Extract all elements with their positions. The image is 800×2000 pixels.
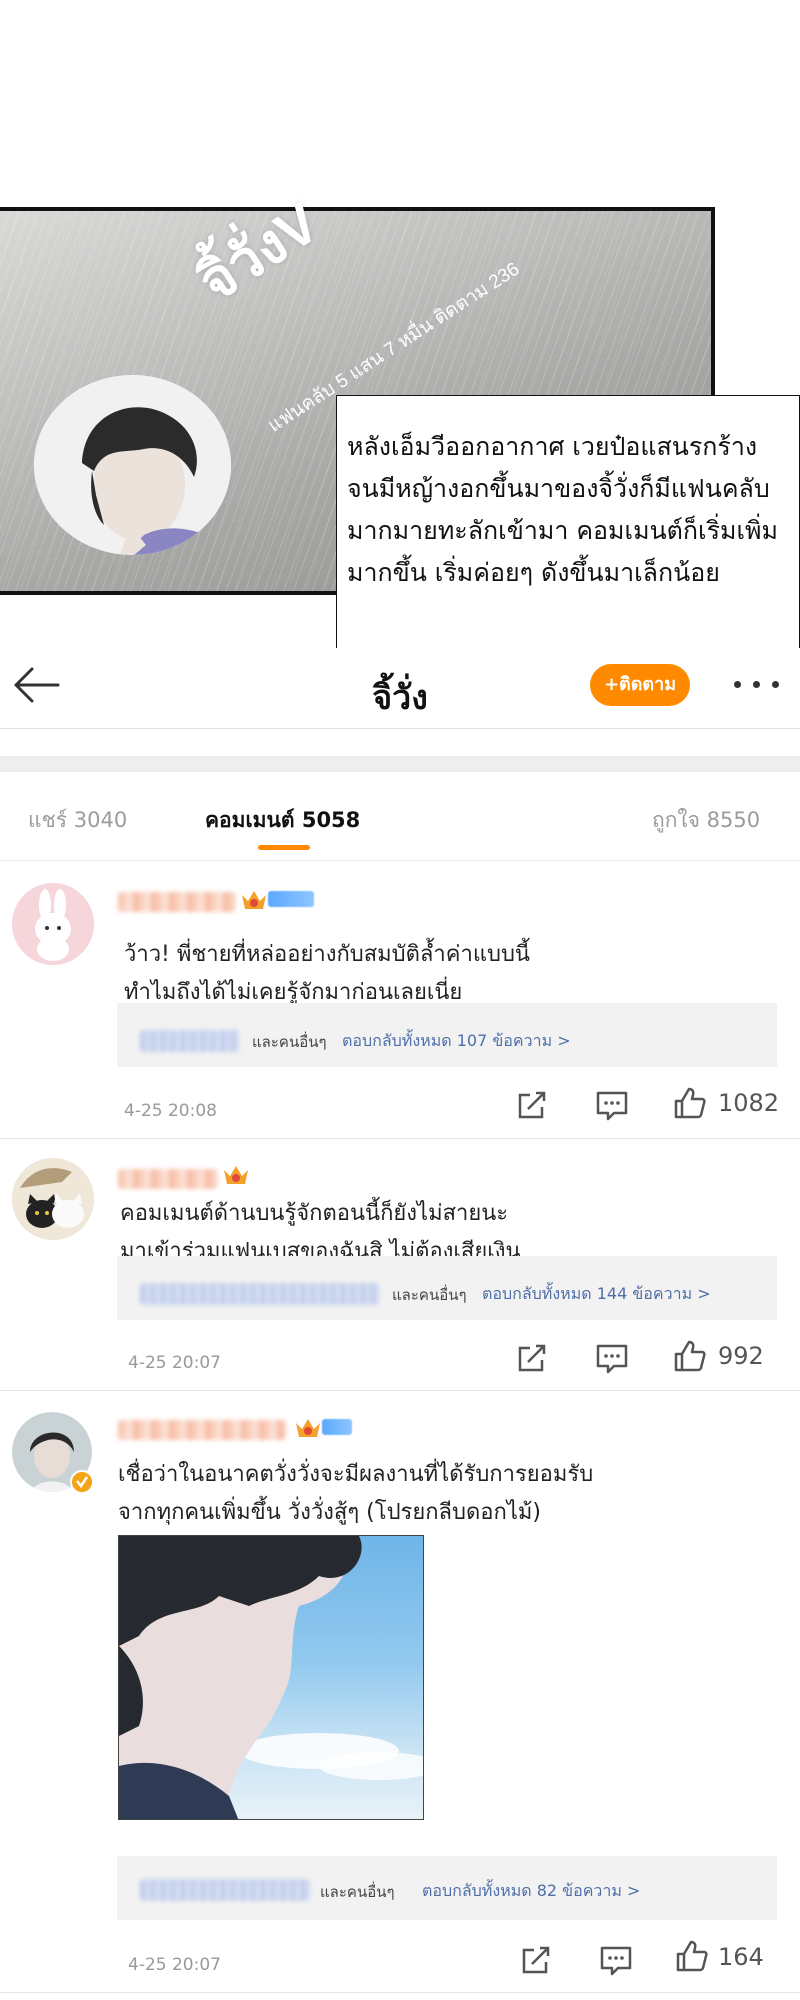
view-replies-link[interactable]: ตอบกลับทั้งหมด 144 ข้อความ >	[482, 1282, 711, 1307]
badge-bar	[268, 891, 314, 907]
like-count: 1082	[718, 1089, 780, 1117]
and-others-label: และคนอื่นๆ	[252, 1033, 327, 1051]
divider	[0, 1390, 800, 1391]
follow-button[interactable]: +ติดตาม	[590, 664, 690, 706]
share-icon	[518, 1091, 546, 1119]
more-dots-icon	[772, 681, 779, 688]
caption-line: มากขึ้น เริ่มค่อยๆ ดังขึ้นมาเล็กน้อย	[347, 558, 720, 587]
and-others-label: และคนอื่นๆ	[320, 1883, 395, 1901]
divider	[0, 1992, 800, 1993]
view-replies-link[interactable]: ตอบกลับทั้งหมด 82 ข้อความ >	[422, 1879, 640, 1904]
more-button[interactable]	[732, 672, 782, 696]
avatar[interactable]	[12, 1412, 94, 1494]
section-gap	[0, 756, 800, 772]
share-button[interactable]	[518, 1942, 554, 1978]
comment-line: คอมเมนต์ด้านบนรู้จักตอนนี้ก็ยังไม่สายนะ	[120, 1201, 509, 1226]
comment-line: จากทุกคนเพิ่มขึ้น วั่งวั่งสู้ๆ (โปรยกลีบ…	[118, 1500, 541, 1525]
replier-names-blurred	[140, 1283, 380, 1305]
like-count: 164	[718, 1943, 764, 1971]
comment-line: ว้าว! พี่ชายที่หล่ออย่างกับสมบัติล้ำค่าแ…	[124, 942, 530, 967]
divider	[0, 860, 800, 861]
verified-icon	[70, 1470, 94, 1494]
reply-button[interactable]	[594, 1087, 630, 1123]
like-count: 992	[718, 1342, 764, 1370]
thumbs-up-icon	[674, 1340, 706, 1372]
tab-share[interactable]: แชร์ 3040	[28, 804, 127, 837]
crown-icon	[224, 1166, 248, 1184]
share-button[interactable]	[514, 1340, 550, 1376]
username-blurred[interactable]	[118, 1169, 218, 1189]
replier-names-blurred	[140, 1879, 310, 1901]
like-button[interactable]	[672, 1085, 708, 1121]
caption-line: หลังเอ็มวีออกอากาศ เวยป๋อแสนรกร้าง	[347, 432, 758, 461]
comment-icon	[600, 1946, 632, 1976]
crown-icon	[296, 1419, 320, 1437]
more-dots-icon	[734, 681, 741, 688]
and-others-label: และคนอื่นๆ	[392, 1286, 467, 1304]
avatar[interactable]	[12, 1158, 94, 1240]
comment-image[interactable]	[118, 1535, 424, 1820]
reply-button[interactable]	[598, 1942, 634, 1978]
divider	[0, 728, 800, 729]
thumbs-up-icon	[674, 1087, 706, 1119]
comment-text: ว้าว! พี่ชายที่หล่ออย่างกับสมบัติล้ำค่าแ…	[124, 936, 530, 1012]
divider	[0, 1138, 800, 1139]
fan-badge	[240, 888, 314, 910]
username-blurred[interactable]	[118, 892, 236, 912]
badge-bar	[322, 1419, 352, 1435]
comment-icon	[596, 1091, 628, 1121]
tab-comment[interactable]: คอมเมนต์ 5058	[205, 804, 360, 837]
reply-button[interactable]	[594, 1340, 630, 1376]
thumbs-up-icon	[676, 1940, 708, 1972]
share-button[interactable]	[514, 1087, 550, 1123]
caption-line: จนมีหญ้างอกขึ้นมาของจิ้วั่งก็มีแฟนคลับ	[347, 474, 770, 503]
tab-active-indicator	[258, 845, 310, 850]
timestamp: 4-25 20:07	[128, 1955, 221, 1975]
fan-badge	[294, 1416, 352, 1438]
caption-box: หลังเอ็มวีออกอากาศ เวยป๋อแสนรกร้าง จนมีห…	[336, 395, 800, 651]
like-button[interactable]	[672, 1338, 708, 1374]
timestamp: 4-25 20:07	[128, 1353, 221, 1373]
tab-like[interactable]: ถูกใจ 8550	[652, 804, 760, 837]
username-blurred[interactable]	[118, 1420, 286, 1440]
view-replies-link[interactable]: ตอบกลับทั้งหมด 107 ข้อความ >	[342, 1029, 571, 1054]
panel-avatar	[34, 375, 231, 555]
share-icon	[518, 1344, 546, 1372]
timestamp: 4-25 20:08	[124, 1101, 217, 1121]
more-dots-icon	[753, 681, 760, 688]
replier-names-blurred	[140, 1030, 240, 1052]
crown-icon	[242, 891, 266, 909]
like-button[interactable]	[674, 1938, 710, 1974]
fan-badge	[222, 1163, 250, 1185]
comment-icon	[596, 1344, 628, 1374]
comment-text: เชื่อว่าในอนาคตวั่งวั่งจะมีผลงานที่ได้รั…	[118, 1456, 593, 1532]
caption-line: มากมายทะลักเข้ามา คอมเมนต์ก็เริ่มเพิ่ม	[347, 516, 778, 545]
share-icon	[522, 1946, 550, 1974]
comment-line: เชื่อว่าในอนาคตวั่งวั่งจะมีผลงานที่ได้รั…	[118, 1462, 594, 1487]
avatar[interactable]	[12, 883, 94, 965]
